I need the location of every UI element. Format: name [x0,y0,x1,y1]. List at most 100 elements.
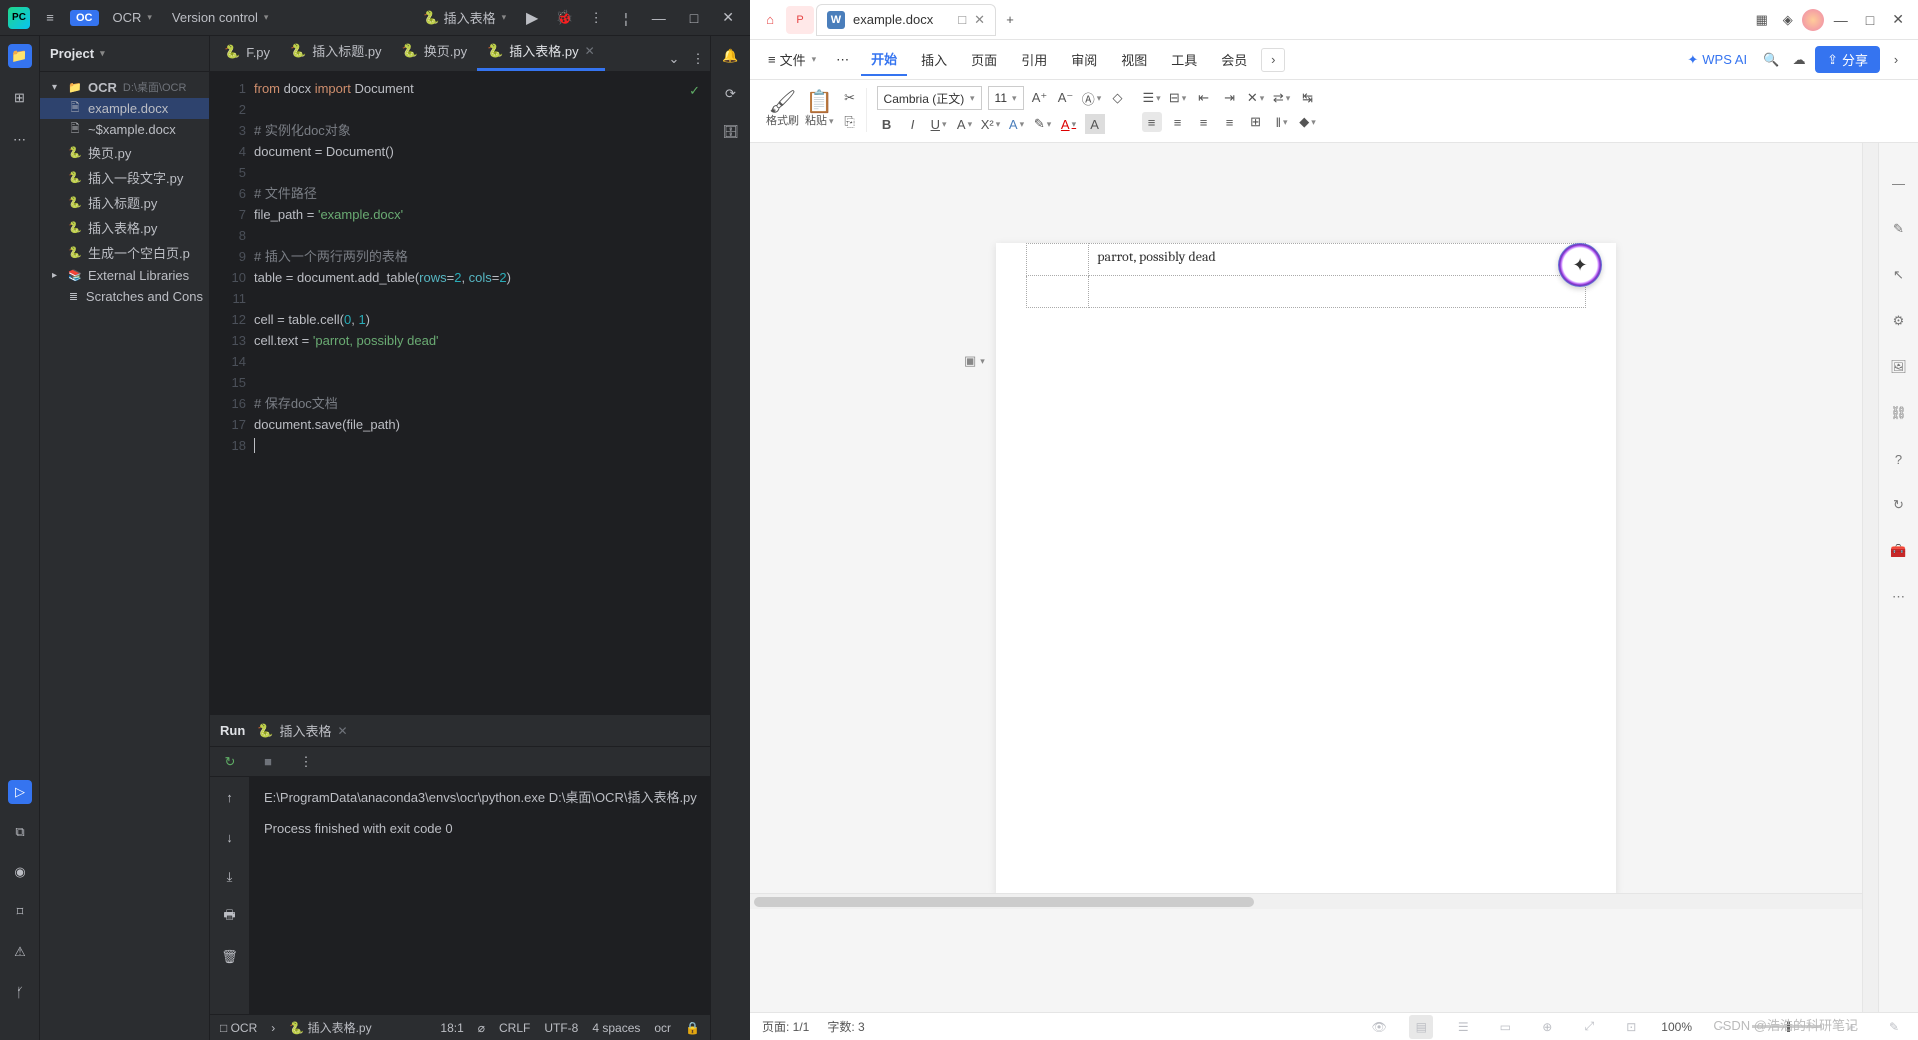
menu-review[interactable]: 审阅 [1061,44,1107,75]
highlight-icon[interactable]: ✎▾ [1033,114,1053,134]
document-page[interactable]: ▣▾ parrot, possibly dead ✦ [996,243,1616,893]
table-cell[interactable] [1027,276,1089,308]
new-tab-icon[interactable]: + [998,8,1022,32]
horizontal-scrollbar[interactable] [750,893,1862,909]
breadcrumb[interactable]: □ OCR [220,1021,257,1035]
tree-file[interactable]: 🐍换页.py [40,140,209,165]
trash-icon[interactable]: 🗑 [218,945,242,969]
menu-tools[interactable]: 工具 [1161,44,1207,75]
stop-icon[interactable]: ■ [256,750,280,774]
search-icon[interactable]: 🔍 [1759,48,1783,72]
cut-icon[interactable]: ✂ [840,88,860,108]
bold-icon[interactable]: B [877,114,897,134]
fullscreen-icon[interactable]: ⤢ [1577,1015,1601,1039]
lock-icon[interactable]: 🔒 [685,1021,700,1035]
pen-icon[interactable]: ✎ [1887,217,1911,241]
tree-ext-libs[interactable]: ▸📚External Libraries [40,265,209,286]
cube-icon[interactable]: ◈ [1776,8,1800,32]
minus-icon[interactable]: — [1887,171,1911,195]
wps-ai-button[interactable]: ✦WPS AI [1679,48,1755,72]
tree-file[interactable]: 🗎~$xample.docx [40,119,209,140]
tab-icon[interactable]: ↹ [1298,88,1318,108]
indent-dec-icon[interactable]: ⇤ [1194,88,1214,108]
inspection-ok-icon[interactable]: ✓ [689,80,700,101]
maximize-icon[interactable]: □ [1858,12,1882,28]
rerun-icon[interactable]: ↻ [218,750,242,774]
print-icon[interactable]: 🖶 [218,905,242,929]
run-toolwin-icon[interactable]: ▷ [8,780,32,804]
services-icon[interactable]: ◉ [8,860,32,884]
maximize-icon[interactable]: □ [682,10,706,26]
main-menu-icon[interactable]: ≡ [38,6,62,30]
tab-close-icon[interactable]: ✕ [974,12,985,28]
tree-file[interactable]: 🐍插入标题.py [40,190,209,215]
editor-tab-active[interactable]: 🐍插入表格.py✕ [477,33,605,71]
readonly-icon[interactable]: ⌀ [478,1021,485,1035]
database-icon[interactable]: 🗄 [719,120,743,144]
line-spacing-icon[interactable]: ‖▾ [1272,112,1292,132]
editor-tab[interactable]: 🐍F.py [214,36,280,71]
close-icon[interactable]: ✕ [337,724,347,738]
shrink-font-icon[interactable]: A⁻ [1056,88,1076,108]
terminal-icon[interactable]: ⌑ [8,900,32,924]
run-output[interactable]: E:\ProgramData\anaconda3\envs\ocr\python… [250,777,711,1014]
ai-assistant-button[interactable]: ✦ [1558,243,1602,287]
menu-view[interactable]: 视图 [1111,44,1157,75]
refresh-icon[interactable]: ↻ [1887,493,1911,517]
project-tool-icon[interactable]: 📁 [8,44,32,68]
table-row[interactable]: parrot, possibly dead [1027,244,1586,276]
tab-dropdown-icon[interactable]: ⌄ [662,47,686,71]
run-tab-label[interactable]: Run [220,723,245,738]
align-center-icon[interactable]: ≡ [1168,112,1188,132]
grid-icon[interactable]: ▦ [1750,8,1774,32]
minimize-icon[interactable]: — [644,10,674,26]
tab-menu-icon[interactable]: □ [958,12,966,27]
shading-icon[interactable]: ◆▾ [1298,112,1318,132]
sort-icon[interactable]: ⇄▾ [1272,88,1292,108]
underline-icon[interactable]: U▾ [929,114,949,134]
vcs-dropdown[interactable]: Version control▾ [166,6,275,29]
image-icon[interactable]: 🖼 [1887,355,1911,379]
app-menu-icon[interactable]: ≡ 文件▾ [760,46,824,73]
zoom-level[interactable]: 100% [1661,1020,1692,1034]
quick-more-icon[interactable]: ⋯ [828,48,857,72]
align-justify-icon[interactable]: ≡ [1220,112,1240,132]
strike-icon[interactable]: A▾ [955,114,975,134]
tab-close-icon[interactable]: ✕ [585,44,595,58]
margin-handle-icon[interactable]: ▣▾ [964,353,985,369]
page-view-icon[interactable]: ▤ [1409,1015,1433,1039]
export-icon[interactable]: ⤓ [218,865,242,889]
chevron-right-icon[interactable]: ▸ [52,270,62,281]
breadcrumb[interactable]: 🐍 插入表格.py [289,1019,371,1036]
format-brush-icon[interactable]: 🖌 [773,92,793,112]
indent-inc-icon[interactable]: ⇥ [1220,88,1240,108]
python-console-icon[interactable]: ⧉ [8,820,32,844]
run-icon[interactable]: ▶ [520,6,544,30]
editor-tab[interactable]: 🐍换页.py [392,33,478,71]
problems-icon[interactable]: ⚠ [8,940,32,964]
project-dropdown[interactable]: OCR▾ [107,6,158,29]
more-tool-icon[interactable]: ⋯ [8,128,32,152]
share-button[interactable]: ⇪分享 [1815,46,1880,73]
text-dir-icon[interactable]: ✕▾ [1246,88,1266,108]
chevron-down-icon[interactable]: ▾ [52,82,62,93]
copy-icon[interactable]: ⎘ [840,112,860,132]
editor-tab[interactable]: 🐍插入标题.py [280,33,392,71]
pycharm-logo-icon[interactable]: PC [8,7,30,29]
align-right-icon[interactable]: ≡ [1194,112,1214,132]
notifications-icon[interactable]: 🔔 [719,44,743,68]
font-color-icon[interactable]: A▾ [1059,114,1079,134]
more-icon[interactable]: ⋯ [1887,585,1911,609]
cloud-icon[interactable]: ☁ [1787,48,1811,72]
type-indicator-icon[interactable]: ✎ [1882,1015,1906,1039]
expand-ribbon-icon[interactable]: › [1884,48,1908,72]
tree-file[interactable]: 🐍插入一段文字.py [40,165,209,190]
word-table[interactable]: parrot, possibly dead [1026,243,1586,308]
link-icon[interactable]: ⛓ [1887,401,1911,425]
project-header[interactable]: Project▾ [40,36,209,72]
document-area[interactable]: ▣▾ parrot, possibly dead ✦ — ✎ ↖ [750,143,1918,1012]
tree-file[interactable]: 🐍插入表格.py [40,215,209,240]
select-icon[interactable]: ↖ [1887,263,1911,287]
more-icon[interactable]: ⋮ [584,6,608,30]
project-badge[interactable]: OC [70,10,99,26]
